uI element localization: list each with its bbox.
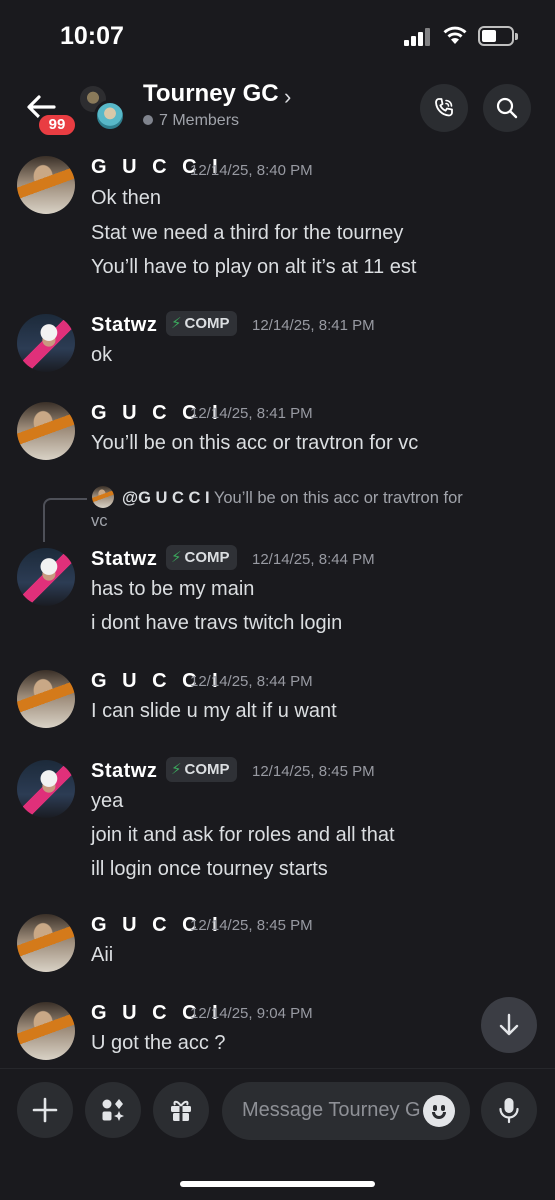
message-author[interactable]: Statwz bbox=[91, 548, 157, 571]
avatar[interactable] bbox=[17, 402, 75, 460]
status-dot-icon bbox=[143, 115, 153, 125]
gift-icon bbox=[171, 1100, 191, 1121]
cellular-signal-icon bbox=[404, 28, 432, 46]
arrow-down-icon bbox=[499, 1013, 519, 1036]
message-text: join it and ask for roles and all that bbox=[91, 824, 395, 846]
status-bar: 10:07 bbox=[0, 0, 555, 70]
message-text: has to be my main bbox=[91, 578, 255, 600]
avatar[interactable] bbox=[17, 1002, 75, 1060]
add-attachment-button[interactable] bbox=[17, 1082, 73, 1138]
member-count: 7 Members bbox=[143, 112, 239, 130]
clock: 10:07 bbox=[60, 22, 124, 50]
message-input-placeholder: Message Tourney GC bbox=[242, 1099, 420, 1121]
message-timestamp: 12/14/25, 8:41 PM bbox=[190, 405, 313, 422]
avatar[interactable] bbox=[17, 760, 75, 818]
reply-avatar bbox=[92, 486, 114, 508]
lightning-icon: ⚡ bbox=[171, 761, 182, 778]
message-timestamp: 12/14/25, 8:45 PM bbox=[252, 763, 375, 780]
message-author[interactable]: Statwz bbox=[91, 760, 157, 783]
channel-title[interactable]: Tourney GC bbox=[143, 80, 279, 108]
mic-icon bbox=[499, 1098, 519, 1124]
message-timestamp: 12/14/25, 8:44 PM bbox=[190, 673, 313, 690]
battery-icon bbox=[478, 26, 518, 46]
message-text: Aii bbox=[91, 944, 114, 966]
message-text: ill login once tourney starts bbox=[91, 858, 328, 880]
lightning-icon: ⚡ bbox=[171, 549, 182, 566]
group-avatar-2 bbox=[94, 100, 126, 132]
message-timestamp: 12/14/25, 9:04 PM bbox=[190, 1005, 313, 1022]
reply-preview[interactable]: @G U C C I You’ll be on this acc or trav… bbox=[122, 486, 542, 510]
message-text: I can slide u my alt if u want bbox=[91, 700, 337, 722]
wifi-icon bbox=[443, 26, 467, 44]
search-icon bbox=[496, 97, 518, 119]
server-tag-badge[interactable]: ⚡ COMP bbox=[166, 757, 237, 782]
avatar[interactable] bbox=[17, 670, 75, 728]
avatar[interactable] bbox=[17, 156, 75, 214]
channel-header: 99 Tourney GC › 7 Members bbox=[0, 70, 555, 146]
voice-message-button[interactable] bbox=[481, 1082, 537, 1138]
apps-icon bbox=[102, 1099, 124, 1121]
call-button[interactable] bbox=[420, 84, 468, 132]
home-indicator[interactable] bbox=[180, 1181, 375, 1187]
message-timestamp: 12/14/25, 8:41 PM bbox=[252, 317, 375, 334]
server-tag-badge[interactable]: ⚡ COMP bbox=[166, 545, 237, 570]
message-input[interactable]: Message Tourney GC bbox=[222, 1082, 470, 1140]
message-timestamp: 12/14/25, 8:40 PM bbox=[190, 162, 313, 179]
gift-button[interactable] bbox=[153, 1082, 209, 1138]
avatar[interactable] bbox=[17, 548, 75, 606]
message-timestamp: 12/14/25, 8:44 PM bbox=[252, 551, 375, 568]
message-text: You’ll have to play on alt it’s at 11 es… bbox=[91, 256, 417, 278]
message-timestamp: 12/14/25, 8:45 PM bbox=[190, 917, 313, 934]
chevron-right-icon[interactable]: › bbox=[284, 84, 291, 110]
reply-connector bbox=[43, 498, 87, 542]
message-text: U got the acc ? bbox=[91, 1032, 226, 1054]
jump-to-latest-button[interactable] bbox=[481, 997, 537, 1053]
message-text: i dont have travs twitch login bbox=[91, 612, 343, 634]
search-button[interactable] bbox=[483, 84, 531, 132]
message-list[interactable]: G U C C I 12/14/25, 8:40 PM Ok then Stat… bbox=[0, 146, 555, 1068]
unread-badge: 99 bbox=[36, 112, 78, 138]
message-text: Stat we need a third for the tourney bbox=[91, 222, 404, 244]
message-text: You’ll be on this acc or travtron for vc bbox=[91, 432, 419, 454]
message-text: ok bbox=[91, 344, 113, 366]
avatar[interactable] bbox=[17, 914, 75, 972]
lightning-icon: ⚡ bbox=[171, 315, 182, 332]
emoji-icon[interactable] bbox=[423, 1095, 455, 1127]
plus-icon bbox=[32, 1097, 58, 1123]
reply-preview-wrap: vc bbox=[91, 512, 108, 530]
server-tag-badge[interactable]: ⚡ COMP bbox=[166, 311, 237, 336]
apps-button[interactable] bbox=[85, 1082, 141, 1138]
call-icon bbox=[435, 98, 453, 117]
message-composer: Message Tourney GC bbox=[0, 1068, 555, 1158]
avatar[interactable] bbox=[17, 314, 75, 372]
message-author[interactable]: Statwz bbox=[91, 314, 157, 337]
message-text: Ok then bbox=[91, 187, 162, 209]
message-text: yea bbox=[91, 790, 124, 812]
